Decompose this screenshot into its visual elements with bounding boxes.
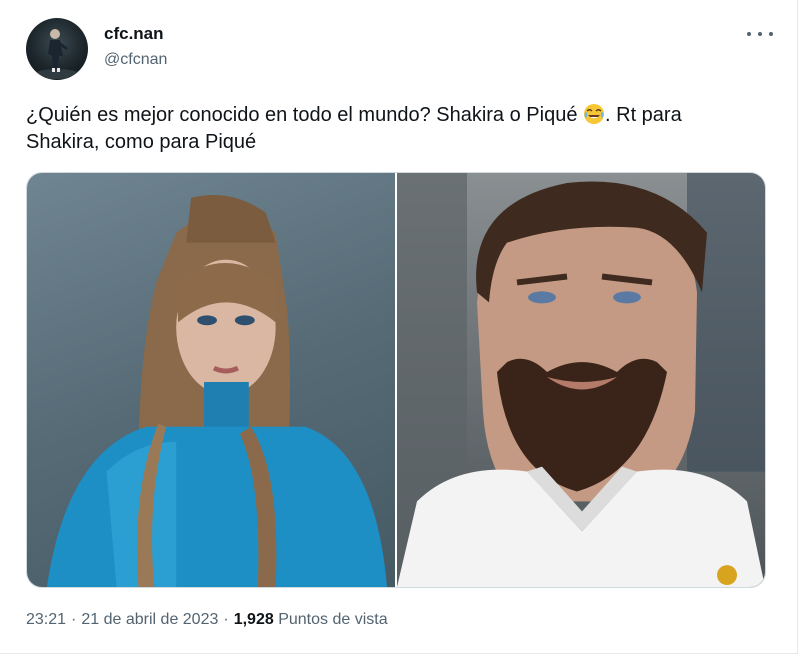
dot-icon [769,32,773,36]
separator: · [71,611,77,628]
display-name[interactable]: cfc.nan [104,24,164,44]
dot-icon [758,32,762,36]
photo-pique[interactable] [397,173,765,587]
tweet-time[interactable]: 23:21 [26,611,66,628]
tweet-card: cfc.nan @cfcnan ¿Quién es mejor conocido… [0,0,798,654]
photo-left-image [46,195,388,587]
avatar-photo [35,29,79,79]
tweet-text-part-1: ¿Quién es mejor conocido en todo el mund… [26,104,584,126]
tweet-date[interactable]: 21 de abril de 2023 [81,611,218,628]
views-label: Puntos de vista [278,611,388,628]
views-count[interactable]: 1,928 [234,611,274,628]
face-with-tears-of-joy-icon [583,103,605,125]
tweet-text: ¿Quién es mejor conocido en todo el mund… [26,102,746,156]
photo-shakira[interactable] [27,173,397,587]
user-handle[interactable]: @cfcnan [104,51,167,69]
more-options-icon[interactable] [747,24,773,44]
dot-icon [747,32,751,36]
photo-right-image [397,173,765,587]
tweet-meta: 23:21 · 21 de abril de 2023 · 1,928 Puntos d… [26,611,388,629]
separator: · [223,611,229,628]
media-grid [26,172,766,588]
avatar[interactable] [26,18,88,80]
